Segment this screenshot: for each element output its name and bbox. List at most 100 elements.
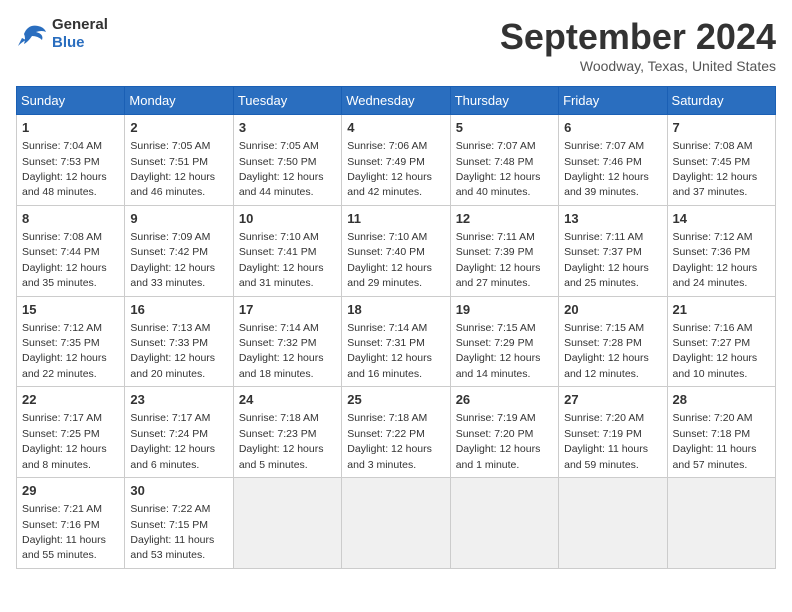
weekday-header-row: SundayMondayTuesdayWednesdayThursdayFrid… [17,87,776,115]
day-number: 2 [130,119,227,137]
day-info: Sunrise: 7:05 AMSunset: 7:50 PMDaylight:… [239,140,324,198]
calendar-day-cell: 3 Sunrise: 7:05 AMSunset: 7:50 PMDaylight… [233,115,341,206]
calendar-day-cell: 14 Sunrise: 7:12 AMSunset: 7:36 PMDayligh… [667,205,775,296]
title-block: September 2024 Woodway, Texas, United St… [500,16,776,74]
day-number: 21 [673,301,770,319]
calendar-week-row: 22 Sunrise: 7:17 AMSunset: 7:25 PMDayligh… [17,387,776,478]
day-info: Sunrise: 7:16 AMSunset: 7:27 PMDaylight:… [673,322,758,380]
day-number: 15 [22,301,119,319]
day-info: Sunrise: 7:18 AMSunset: 7:22 PMDaylight:… [347,412,432,470]
day-number: 25 [347,391,444,409]
calendar-week-row: 15 Sunrise: 7:12 AMSunset: 7:35 PMDayligh… [17,296,776,387]
day-info: Sunrise: 7:12 AMSunset: 7:35 PMDaylight:… [22,322,107,380]
day-info: Sunrise: 7:05 AMSunset: 7:51 PMDaylight:… [130,140,215,198]
calendar-day-cell [667,478,775,569]
calendar-day-cell: 24 Sunrise: 7:18 AMSunset: 7:23 PMDayligh… [233,387,341,478]
day-info: Sunrise: 7:10 AMSunset: 7:40 PMDaylight:… [347,231,432,289]
day-number: 7 [673,119,770,137]
calendar-day-cell: 9 Sunrise: 7:09 AMSunset: 7:42 PMDaylight… [125,205,233,296]
day-number: 24 [239,391,336,409]
calendar-day-cell: 13Sunrise: 7:11 AMSunset: 7:37 PMDayligh… [559,205,667,296]
calendar-day-cell: 23 Sunrise: 7:17 AMSunset: 7:24 PMDayligh… [125,387,233,478]
calendar-body: 1Sunrise: 7:04 AMSunset: 7:53 PMDaylight… [17,115,776,569]
month-year: September 2024 [500,16,776,58]
calendar-day-cell: 1Sunrise: 7:04 AMSunset: 7:53 PMDaylight… [17,115,125,206]
day-info: Sunrise: 7:08 AMSunset: 7:45 PMDaylight:… [673,140,758,198]
weekday-header-cell: Sunday [17,87,125,115]
day-number: 22 [22,391,119,409]
calendar-day-cell: 30Sunrise: 7:22 AMSunset: 7:15 PMDayligh… [125,478,233,569]
day-info: Sunrise: 7:18 AMSunset: 7:23 PMDaylight:… [239,412,324,470]
calendar-day-cell: 27Sunrise: 7:20 AMSunset: 7:19 PMDayligh… [559,387,667,478]
day-number: 12 [456,210,553,228]
calendar-week-row: 29 Sunrise: 7:21 AMSunset: 7:16 PMDayligh… [17,478,776,569]
day-info: Sunrise: 7:21 AMSunset: 7:16 PMDaylight:… [22,503,106,561]
calendar-day-cell [450,478,558,569]
day-info: Sunrise: 7:12 AMSunset: 7:36 PMDaylight:… [673,231,758,289]
day-number: 5 [456,119,553,137]
day-number: 28 [673,391,770,409]
calendar-day-cell: 6Sunrise: 7:07 AMSunset: 7:46 PMDaylight… [559,115,667,206]
calendar-day-cell [559,478,667,569]
day-number: 14 [673,210,770,228]
calendar-day-cell: 15 Sunrise: 7:12 AMSunset: 7:35 PMDayligh… [17,296,125,387]
day-number: 29 [22,482,119,500]
day-info: Sunrise: 7:14 AMSunset: 7:31 PMDaylight:… [347,322,432,380]
day-info: Sunrise: 7:15 AMSunset: 7:29 PMDaylight:… [456,322,541,380]
page-header: General Blue September 2024 Woodway, Tex… [16,16,776,74]
calendar-week-row: 8Sunrise: 7:08 AMSunset: 7:44 PMDaylight… [17,205,776,296]
day-number: 26 [456,391,553,409]
calendar-day-cell: 19Sunrise: 7:15 AMSunset: 7:29 PMDayligh… [450,296,558,387]
day-number: 18 [347,301,444,319]
day-number: 4 [347,119,444,137]
day-number: 3 [239,119,336,137]
calendar-day-cell: 20 Sunrise: 7:15 AMSunset: 7:28 PMDayligh… [559,296,667,387]
calendar-day-cell: 18 Sunrise: 7:14 AMSunset: 7:31 PMDayligh… [342,296,450,387]
logo-text: General Blue [52,16,108,52]
day-info: Sunrise: 7:09 AMSunset: 7:42 PMDaylight:… [130,231,215,289]
day-info: Sunrise: 7:06 AMSunset: 7:49 PMDaylight:… [347,140,432,198]
day-info: Sunrise: 7:17 AMSunset: 7:25 PMDaylight:… [22,412,107,470]
calendar-day-cell: 2 Sunrise: 7:05 AMSunset: 7:51 PMDaylight… [125,115,233,206]
day-number: 23 [130,391,227,409]
logo-icon [16,20,48,48]
calendar-day-cell: 7 Sunrise: 7:08 AMSunset: 7:45 PMDaylight… [667,115,775,206]
calendar-day-cell: 10 Sunrise: 7:10 AMSunset: 7:41 PMDayligh… [233,205,341,296]
day-number: 8 [22,210,119,228]
calendar-day-cell: 5 Sunrise: 7:07 AMSunset: 7:48 PMDaylight… [450,115,558,206]
calendar-day-cell: 11 Sunrise: 7:10 AMSunset: 7:40 PMDayligh… [342,205,450,296]
weekday-header-cell: Friday [559,87,667,115]
day-number: 6 [564,119,661,137]
weekday-header-cell: Tuesday [233,87,341,115]
day-number: 20 [564,301,661,319]
day-info: Sunrise: 7:14 AMSunset: 7:32 PMDaylight:… [239,322,324,380]
calendar-day-cell: 25 Sunrise: 7:18 AMSunset: 7:22 PMDayligh… [342,387,450,478]
day-info: Sunrise: 7:07 AMSunset: 7:48 PMDaylight:… [456,140,541,198]
calendar-week-row: 1Sunrise: 7:04 AMSunset: 7:53 PMDaylight… [17,115,776,206]
calendar-day-cell: 16Sunrise: 7:13 AMSunset: 7:33 PMDayligh… [125,296,233,387]
day-info: Sunrise: 7:15 AMSunset: 7:28 PMDaylight:… [564,322,649,380]
calendar-day-cell: 17 Sunrise: 7:14 AMSunset: 7:32 PMDayligh… [233,296,341,387]
day-info: Sunrise: 7:11 AMSunset: 7:39 PMDaylight:… [456,231,541,289]
calendar-table: SundayMondayTuesdayWednesdayThursdayFrid… [16,86,776,569]
calendar-day-cell: 26 Sunrise: 7:19 AMSunset: 7:20 PMDayligh… [450,387,558,478]
calendar-day-cell: 12 Sunrise: 7:11 AMSunset: 7:39 PMDayligh… [450,205,558,296]
logo: General Blue [16,16,108,52]
day-number: 11 [347,210,444,228]
day-number: 17 [239,301,336,319]
day-info: Sunrise: 7:17 AMSunset: 7:24 PMDaylight:… [130,412,215,470]
weekday-header-cell: Saturday [667,87,775,115]
day-info: Sunrise: 7:19 AMSunset: 7:20 PMDaylight:… [456,412,541,470]
day-info: Sunrise: 7:10 AMSunset: 7:41 PMDaylight:… [239,231,324,289]
weekday-header-cell: Monday [125,87,233,115]
day-number: 10 [239,210,336,228]
weekday-header-cell: Thursday [450,87,558,115]
calendar-day-cell [342,478,450,569]
day-info: Sunrise: 7:22 AMSunset: 7:15 PMDaylight:… [130,503,214,561]
day-number: 27 [564,391,661,409]
day-number: 9 [130,210,227,228]
day-info: Sunrise: 7:20 AMSunset: 7:18 PMDaylight:… [673,412,757,470]
location: Woodway, Texas, United States [500,58,776,74]
day-info: Sunrise: 7:11 AMSunset: 7:37 PMDaylight:… [564,231,649,289]
calendar-day-cell: 21 Sunrise: 7:16 AMSunset: 7:27 PMDayligh… [667,296,775,387]
